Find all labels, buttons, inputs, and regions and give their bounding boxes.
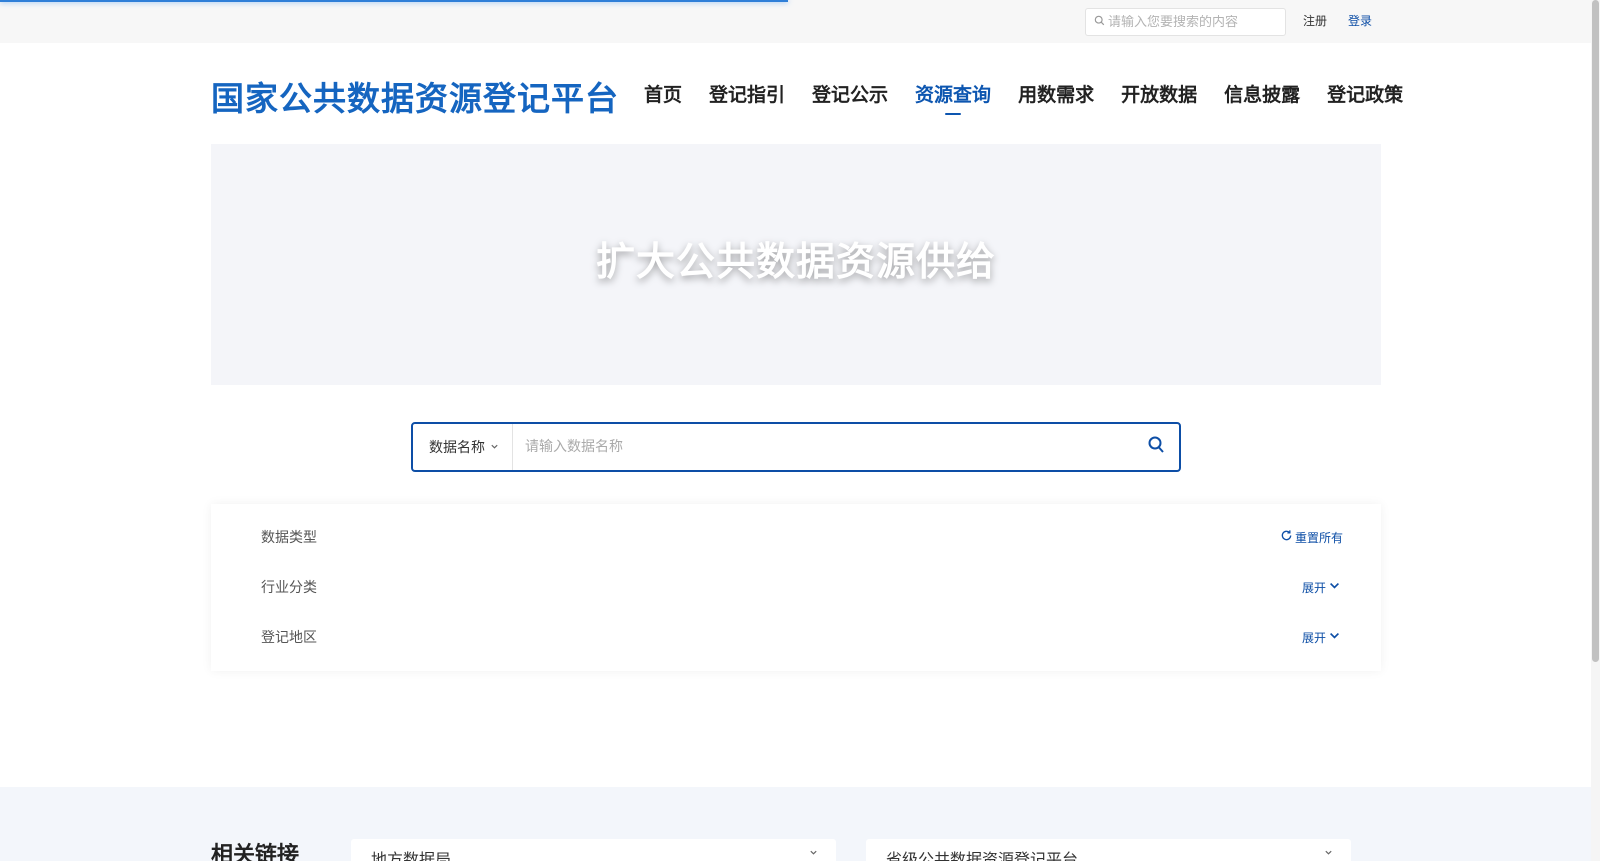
filter-row-region: 登记地区 展开 (261, 627, 1343, 647)
hero-banner: 扩大公共数据资源供给 (211, 144, 1381, 385)
nav-registration-policy[interactable]: 登记政策 (1327, 80, 1403, 107)
site-logo[interactable]: 国家公共数据资源登记平台 (211, 72, 619, 120)
resource-search-input[interactable] (513, 424, 1133, 470)
chevron-down-icon (809, 846, 818, 860)
search-field-label: 数据名称 (429, 440, 485, 456)
nav-registration-guide[interactable]: 登记指引 (709, 80, 785, 107)
global-search-box[interactable] (1085, 8, 1286, 36)
search-icon (1094, 15, 1108, 30)
register-link[interactable]: 注册 (1303, 12, 1327, 29)
expand-region-button[interactable]: 展开 (1302, 629, 1343, 646)
chevron-down-icon (1328, 629, 1343, 645)
provincial-platform-select[interactable]: 省级公共数据资源登记平台 (866, 839, 1351, 861)
select-label: 省级公共数据资源登记平台 (886, 850, 1079, 861)
related-links-section: 相关链接 地方数据局 省级公共数据资源登记平台 (0, 787, 1591, 861)
search-button[interactable] (1133, 424, 1179, 470)
filter-row-data-type: 数据类型 重置所有 (261, 527, 1343, 547)
scrollbar-thumb[interactable] (1592, 0, 1599, 662)
nav-registration-notice[interactable]: 登记公示 (812, 80, 888, 107)
related-links-title: 相关链接 (211, 843, 300, 861)
filter-row-industry: 行业分类 展开 (261, 577, 1343, 597)
search-icon (1148, 436, 1164, 458)
search-field-selector[interactable]: 数据名称 (413, 424, 513, 470)
reset-all-button[interactable]: 重置所有 (1280, 529, 1343, 546)
login-link[interactable]: 登录 (1348, 12, 1372, 29)
expand-industry-button[interactable]: 展开 (1302, 579, 1343, 596)
expand-label: 展开 (1301, 580, 1326, 595)
global-search-input[interactable] (1108, 14, 1283, 30)
nav-resource-query[interactable]: 资源查询 (915, 80, 991, 107)
filter-label: 行业分类 (261, 580, 317, 596)
page-loading-bar (0, 0, 788, 2)
banner-slogan: 扩大公共数据资源供给 (595, 239, 996, 285)
resource-search-box: 数据名称 (411, 422, 1181, 472)
top-utility-bar: 注册 登录 (0, 0, 1591, 43)
expand-label: 展开 (1301, 630, 1326, 645)
filter-label: 数据类型 (261, 530, 317, 546)
main-nav: 首页 登记指引 登记公示 资源查询 用数需求 开放数据 信息披露 登记政策 (644, 80, 1403, 107)
nav-open-data[interactable]: 开放数据 (1121, 80, 1197, 107)
filter-label: 登记地区 (261, 630, 317, 646)
refresh-icon (1280, 529, 1295, 545)
chevron-down-icon (490, 441, 499, 454)
nav-disclosure[interactable]: 信息披露 (1224, 80, 1300, 107)
reset-all-label: 重置所有 (1294, 530, 1343, 545)
chevron-down-icon (1328, 579, 1343, 595)
select-label: 地方数据局 (371, 850, 452, 861)
chevron-down-icon (1324, 846, 1333, 860)
filter-panel: 数据类型 重置所有 行业分类 展开 登记地区 展开 (211, 504, 1381, 671)
local-data-bureau-select[interactable]: 地方数据局 (351, 839, 836, 861)
nav-data-demand[interactable]: 用数需求 (1018, 80, 1094, 107)
nav-home[interactable]: 首页 (644, 80, 682, 107)
